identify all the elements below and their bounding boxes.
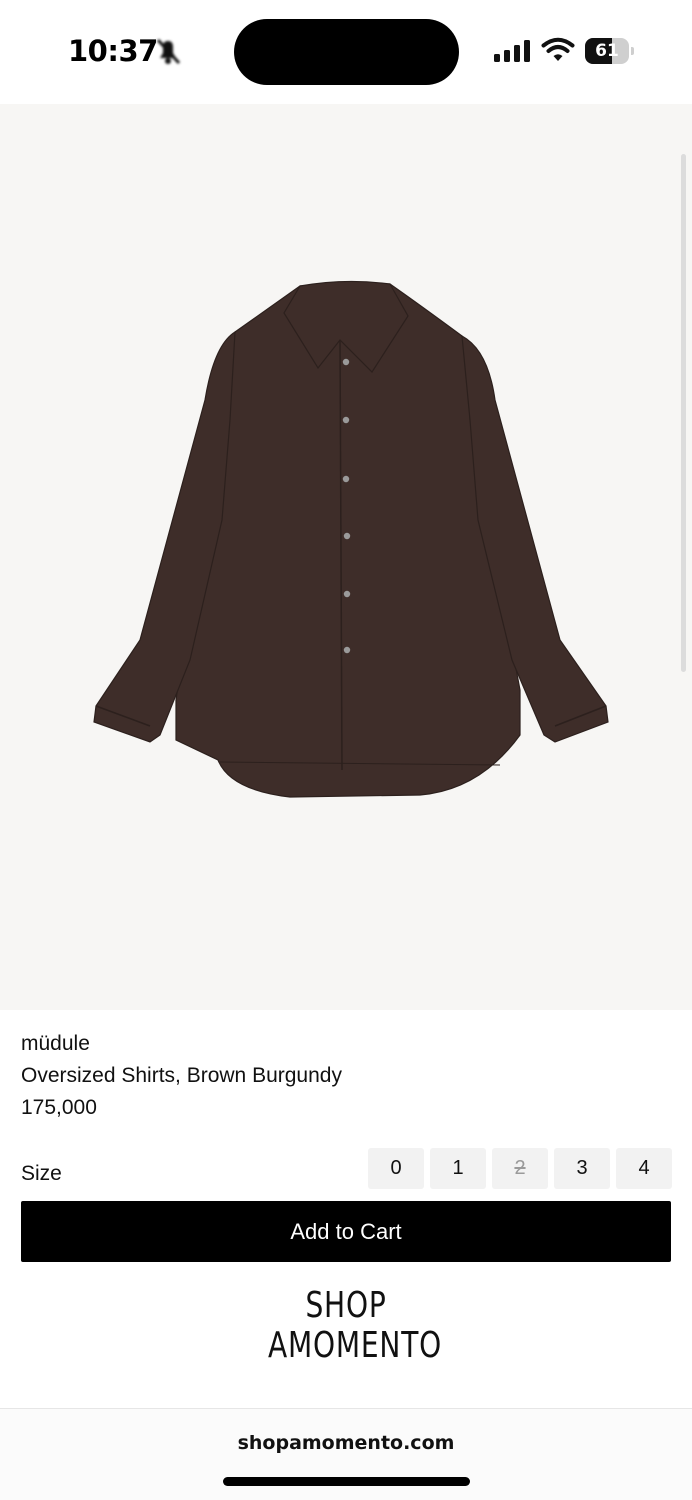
shirt-button [342,416,350,424]
product-brand[interactable]: müdule [21,1032,90,1056]
signal-icon [494,40,530,62]
shirt-button [342,358,350,366]
status-bar: 10:37 61 [0,0,692,104]
add-to-cart-button[interactable]: Add to Cart [21,1201,671,1262]
battery-icon: 61 [585,38,634,64]
dynamic-island [234,19,459,85]
shirt-button [343,532,351,540]
status-time: 10:37 [68,34,158,68]
shirt-button [343,590,351,598]
product-price: 175,000 [21,1096,97,1119]
browser-address-bar[interactable] [0,1408,692,1500]
home-indicator[interactable] [223,1477,470,1486]
url-text[interactable]: shopamomento.com [0,1432,692,1454]
shirt-button [343,646,351,654]
size-option-1[interactable]: 1 [430,1148,486,1189]
shop-logo-line2: AMOMENTO [268,1325,443,1366]
product-name: Oversized Shirts, Brown Burgundy [21,1064,342,1087]
shop-logo[interactable]: SHOP AMOMENTO [268,1285,443,1366]
size-option-2-soldout[interactable]: 2 [492,1148,548,1189]
size-label: Size [21,1162,62,1185]
shirt-illustration [93,280,609,798]
wifi-icon [541,37,575,61]
product-page: 10:37 61 müdule Oversized Shirts, Brown … [0,0,692,1500]
product-image [93,280,609,798]
size-selector: 0 1 2 3 4 [368,1148,672,1189]
battery-percent: 61 [595,41,619,61]
size-option-3[interactable]: 3 [554,1148,610,1189]
image-scrollbar[interactable] [681,154,686,672]
bell-muted-icon [156,38,181,65]
shirt-button [342,475,350,483]
shop-logo-line1: SHOP [305,1285,387,1326]
size-option-0[interactable]: 0 [368,1148,424,1189]
size-option-4[interactable]: 4 [616,1148,672,1189]
